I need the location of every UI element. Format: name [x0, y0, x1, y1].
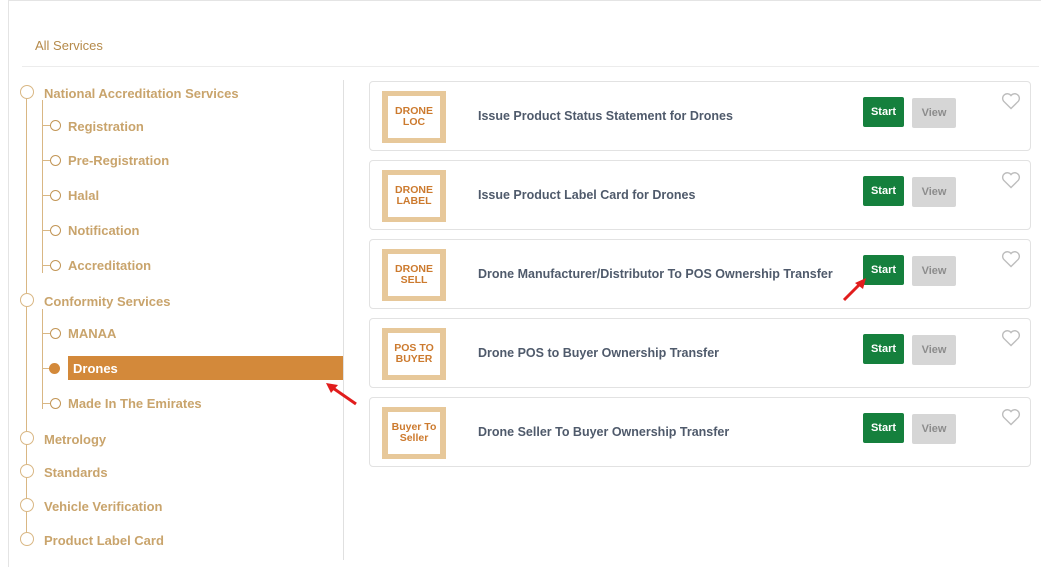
service-badge-text: DRONE SELL [388, 254, 440, 296]
tree-node-icon [50, 155, 61, 166]
view-button[interactable]: View [912, 256, 956, 286]
service-card: DRONE LABEL Issue Product Label Card for… [369, 160, 1031, 230]
service-card: POS TO BUYER Drone POS to Buyer Ownershi… [369, 318, 1031, 388]
sidebar-group-standards[interactable]: Standards [44, 465, 108, 480]
tree-node-icon [20, 85, 34, 99]
sidebar-divider [343, 80, 344, 560]
start-button[interactable]: Start [863, 97, 904, 127]
service-card: DRONE LOC Issue Product Status Statement… [369, 81, 1031, 151]
start-button[interactable]: Start [863, 413, 904, 443]
tree-line [42, 309, 43, 409]
service-badge: DRONE LABEL [382, 170, 446, 222]
sidebar-item-registration[interactable]: Registration [68, 119, 144, 134]
service-card: DRONE SELL Drone Manufacturer/Distributo… [369, 239, 1031, 309]
sidebar [0, 80, 345, 560]
sidebar-group-conformity-services[interactable]: Conformity Services [44, 294, 170, 309]
sidebar-group-national-accreditation-services[interactable]: National Accreditation Services [44, 86, 239, 101]
heart-icon[interactable] [1001, 92, 1021, 110]
service-title[interactable]: Drone Manufacturer/Distributor To POS Ow… [478, 267, 833, 281]
sidebar-item-accreditation[interactable]: Accreditation [68, 258, 151, 273]
sidebar-item-manaa[interactable]: MANAA [68, 326, 116, 341]
sidebar-group-vehicle-verification[interactable]: Vehicle Verification [44, 499, 163, 514]
service-badge-text: POS TO BUYER [388, 333, 440, 375]
sidebar-item-halal[interactable]: Halal [68, 188, 99, 203]
tree-node-icon [20, 532, 34, 546]
service-badge: DRONE SELL [382, 249, 446, 301]
service-title[interactable]: Issue Product Label Card for Drones [478, 188, 695, 202]
tree-node-icon [20, 293, 34, 307]
divider [22, 66, 1039, 67]
heart-icon[interactable] [1001, 171, 1021, 189]
tree-node-icon [50, 328, 61, 339]
tree-node-icon [20, 431, 34, 445]
service-card: Buyer To Seller Drone Seller To Buyer Ow… [369, 397, 1031, 467]
heart-icon[interactable] [1001, 329, 1021, 347]
service-title[interactable]: Issue Product Status Statement for Drone… [478, 109, 733, 123]
service-badge-text: Buyer To Seller [388, 412, 440, 454]
tree-node-icon [20, 498, 34, 512]
start-button[interactable]: Start [863, 176, 904, 206]
active-node-icon [49, 363, 60, 374]
service-badge-text: DRONE LABEL [388, 175, 440, 217]
view-button[interactable]: View [912, 98, 956, 128]
tree-node-icon [50, 398, 61, 409]
tree-node-icon [20, 464, 34, 478]
service-title[interactable]: Drone Seller To Buyer Ownership Transfer [478, 425, 729, 439]
view-button[interactable]: View [912, 414, 956, 444]
tree-node-icon [50, 225, 61, 236]
red-arrow-annotation [842, 278, 866, 302]
sidebar-item-pre-registration[interactable]: Pre-Registration [68, 153, 169, 168]
view-button[interactable]: View [912, 335, 956, 365]
tree-node-icon [50, 190, 61, 201]
start-button[interactable]: Start [863, 334, 904, 364]
service-title[interactable]: Drone POS to Buyer Ownership Transfer [478, 346, 719, 360]
sidebar-group-metrology[interactable]: Metrology [44, 432, 106, 447]
view-button[interactable]: View [912, 177, 956, 207]
sidebar-item-drones-label[interactable]: Drones [73, 361, 118, 376]
heart-icon[interactable] [1001, 250, 1021, 268]
red-arrow-annotation [326, 383, 357, 406]
sidebar-group-product-label-card[interactable]: Product Label Card [44, 533, 164, 548]
tree-node-icon [50, 260, 61, 271]
heart-icon[interactable] [1001, 408, 1021, 426]
breadcrumb[interactable]: All Services [35, 38, 103, 53]
service-badge: Buyer To Seller [382, 407, 446, 459]
sidebar-item-made-in-the-emirates[interactable]: Made In The Emirates [68, 396, 202, 411]
sidebar-item-notification[interactable]: Notification [68, 223, 140, 238]
tree-node-icon [50, 120, 61, 131]
service-badge-text: DRONE LOC [388, 96, 440, 138]
service-badge: DRONE LOC [382, 91, 446, 143]
service-badge: POS TO BUYER [382, 328, 446, 380]
